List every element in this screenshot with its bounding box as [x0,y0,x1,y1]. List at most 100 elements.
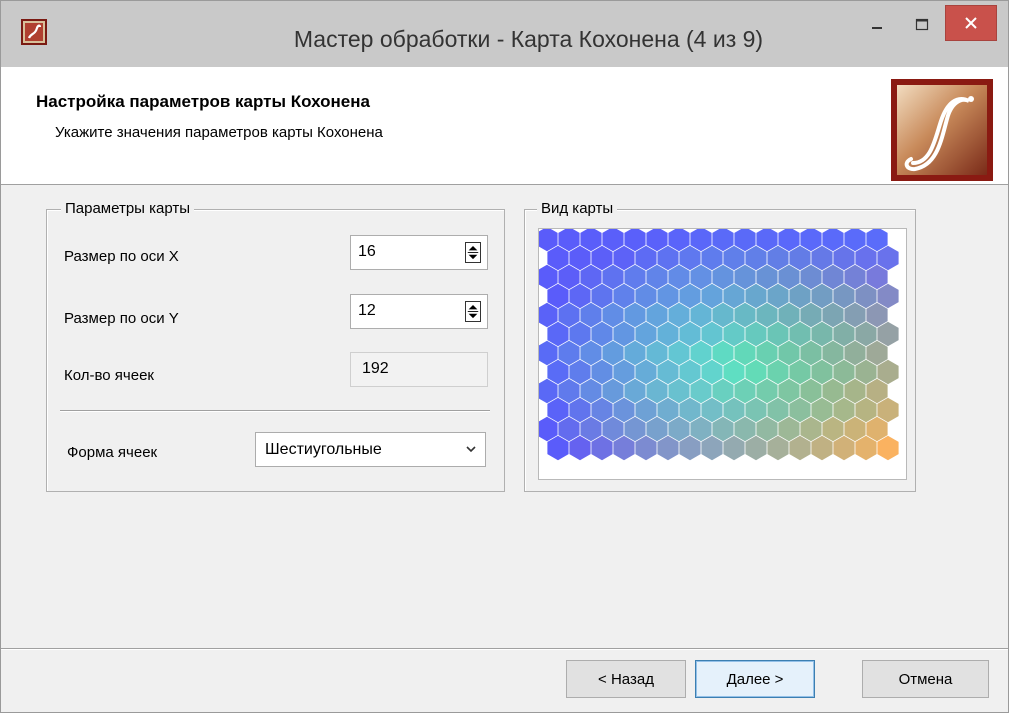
title-bar: Мастер обработки - Карта Кохонена (4 из … [1,1,1008,67]
hex-cell [756,302,778,328]
wizard-window: Мастер обработки - Карта Кохонена (4 из … [0,0,1009,713]
hex-cell [778,416,800,442]
hex-cell [877,435,899,461]
hex-cell [844,416,866,442]
hex-cell [602,264,624,290]
hex-cell [635,359,657,385]
hex-cell [558,416,580,442]
hex-cell [580,264,602,290]
hex-cell [602,378,624,404]
map-params-legend: Параметры карты [61,200,195,217]
hex-cell [657,397,679,423]
hex-cell [668,378,690,404]
hex-cell [591,435,613,461]
hex-cell [536,264,558,290]
hex-cell [789,283,811,309]
hex-cell [811,435,833,461]
hex-cell [855,245,877,271]
hex-cell [569,321,591,347]
hex-cell [657,283,679,309]
hex-cell [767,245,789,271]
hex-cell [789,435,811,461]
hex-cell [646,416,668,442]
hex-cell [811,359,833,385]
hex-cell [723,245,745,271]
hex-cell [822,340,844,366]
size-y-spinner[interactable]: 12 [350,294,488,329]
hex-cell [536,416,558,442]
hex-cell [602,340,624,366]
hex-cell [811,245,833,271]
hex-cell [547,321,569,347]
hex-cell [712,340,734,366]
hex-cell [833,435,855,461]
size-x-spinner[interactable]: 16 [350,235,488,270]
hex-cell [624,340,646,366]
hex-cell [877,245,899,271]
deductor-logo-icon [891,79,993,181]
hex-cell [877,359,899,385]
cell-shape-select[interactable]: Шестиугольные [255,432,486,467]
hex-cell [855,283,877,309]
hex-cell [635,435,657,461]
back-button[interactable]: < Назад [566,660,686,698]
hex-cell [701,435,723,461]
hex-cell [789,397,811,423]
hex-cell [635,321,657,347]
size-y-value[interactable]: 12 [358,302,376,320]
hex-cell [844,340,866,366]
hex-cell [778,302,800,328]
hex-cell [602,416,624,442]
maximize-button[interactable] [901,6,943,44]
spin-arrows-icon[interactable] [465,242,481,263]
size-x-label: Размер по оси X [64,248,179,265]
hex-cell [679,397,701,423]
hex-cell [536,340,558,366]
close-button[interactable] [945,5,997,41]
hex-cell [690,340,712,366]
hex-cell [635,245,657,271]
spin-arrows-icon[interactable] [465,301,481,322]
hex-cell [822,416,844,442]
next-button[interactable]: Далее > [695,660,815,698]
hex-cell [723,435,745,461]
hex-cell [624,378,646,404]
cell-shape-value[interactable]: Шестиугольные [265,441,382,459]
hex-cell [602,302,624,328]
hex-cell [701,321,723,347]
hex-cell [767,397,789,423]
hex-cell [679,435,701,461]
hex-cell [624,302,646,328]
hex-cell [800,302,822,328]
hex-cell [767,435,789,461]
hex-cell [646,264,668,290]
hex-cell [690,378,712,404]
cancel-button[interactable]: Отмена [862,660,989,698]
chevron-down-icon[interactable] [465,443,477,455]
size-x-value[interactable]: 16 [358,243,376,261]
hex-cell [624,416,646,442]
hex-cell [789,359,811,385]
hex-cell [668,264,690,290]
hex-cell [866,302,888,328]
hex-cell [591,321,613,347]
hex-cell [613,283,635,309]
cell-shape-label: Форма ячеек [67,444,158,461]
hex-cell [833,321,855,347]
hex-map [536,226,899,461]
hex-cell [745,359,767,385]
hex-cell [844,264,866,290]
hex-cell [723,283,745,309]
hex-cell [811,321,833,347]
hex-cell [877,283,899,309]
hex-cell [646,302,668,328]
hex-cell [613,359,635,385]
hex-cell [701,397,723,423]
hex-cell [822,264,844,290]
minimize-button[interactable] [857,6,899,44]
hex-cell [613,397,635,423]
kohonen-map-preview [536,226,907,480]
hex-cell [767,283,789,309]
hex-cell [679,359,701,385]
hex-cell [580,416,602,442]
